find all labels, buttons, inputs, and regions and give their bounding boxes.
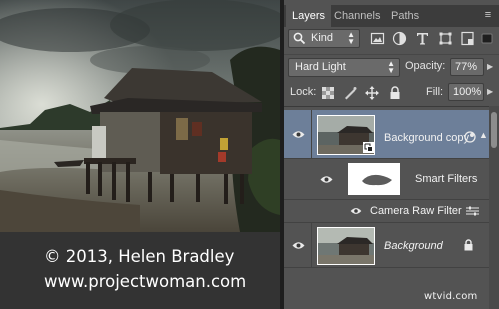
visibility-toggle[interactable] (312, 159, 340, 199)
visibility-toggle[interactable] (350, 205, 362, 217)
fill-slider-arrow-icon[interactable]: ▶ (487, 83, 497, 101)
smart-filter-mask-thumbnail (348, 163, 400, 195)
layer-thumbnail (317, 227, 375, 265)
filter-effects-icon[interactable] (464, 131, 476, 143)
scrollbar-thumb[interactable] (491, 112, 497, 148)
copyright-line: © 2013, Helen Bradley (44, 247, 235, 266)
visibility-toggle[interactable] (284, 223, 312, 267)
updown-arrows-icon: ▲ ▼ (347, 30, 355, 46)
lock-all-icon[interactable] (388, 86, 402, 100)
layers-panel: Layers Channels Paths ≡ Kind ▲ ▼ Hard Li… (284, 0, 499, 309)
indent-spacer (284, 159, 312, 199)
eye-icon (350, 208, 362, 214)
layer-name[interactable]: Background copy (384, 132, 469, 144)
smart-object-badge-icon (363, 142, 374, 153)
layer-name[interactable]: Background (384, 240, 443, 252)
smart-filters-label[interactable]: Smart Filters (415, 173, 477, 185)
lock-transparent-icon[interactable] (321, 86, 335, 100)
lock-icon (464, 239, 473, 251)
filter-toggle-icon[interactable] (481, 31, 493, 46)
lock-row: Lock: Fill: 100% ▶ (284, 80, 499, 104)
panel-menu-icon[interactable]: ≡ (481, 8, 495, 22)
fill-label: Fill: (426, 86, 444, 98)
panel-tab-bar: Layers Channels Paths ≡ (284, 5, 499, 27)
blending-options-icon[interactable] (466, 206, 479, 216)
layer-separator (284, 267, 489, 268)
opacity-slider-arrow-icon[interactable]: ▶ (487, 58, 497, 76)
smart-object-filter-icon[interactable] (460, 31, 475, 46)
layer-background[interactable]: Background (284, 223, 489, 267)
layer-background-copy[interactable]: Background copy ▲ (284, 110, 489, 158)
lock-image-icon[interactable] (343, 86, 357, 100)
eye-icon (292, 242, 305, 249)
document-canvas[interactable]: © 2013, Helen Bradley www.projectwoman.c… (0, 0, 284, 309)
lock-position-icon[interactable] (365, 86, 379, 100)
copyright-caption: © 2013, Helen Bradley www.projectwoman.c… (44, 244, 280, 294)
watermark: wtvid.com (424, 291, 478, 302)
updown-arrows-icon: ▲ ▼ (387, 59, 395, 75)
website-line: www.projectwoman.com (44, 272, 247, 291)
lock-label: Lock: (290, 86, 317, 98)
eye-icon (320, 176, 333, 183)
adjustment-filter-icon[interactable] (392, 31, 407, 46)
collapse-arrow-icon[interactable]: ▲ (479, 130, 488, 140)
blend-mode-dropdown[interactable]: Hard Light ▲ ▼ (288, 58, 400, 77)
opacity-field[interactable]: 77% (450, 58, 484, 76)
layer-filter-bar: Kind ▲ ▼ (284, 27, 499, 52)
opacity-label: Opacity: (405, 60, 446, 72)
visibility-toggle[interactable] (284, 110, 312, 158)
tab-layers[interactable]: Layers (286, 5, 332, 27)
kind-filter-dropdown[interactable]: Kind ▲ ▼ (288, 29, 360, 48)
layers-list: Background copy ▲ Smart Filters Camera R… (284, 106, 499, 309)
fill-field[interactable]: 100% (448, 83, 484, 101)
shape-filter-icon[interactable] (438, 31, 453, 46)
eye-icon (292, 131, 305, 138)
filter-camera-raw[interactable]: Camera Raw Filter (284, 200, 489, 222)
tab-paths[interactable]: Paths (385, 5, 425, 27)
image-filter-icon[interactable] (370, 31, 385, 46)
stilt-house-photo (0, 0, 280, 232)
kind-label: Kind (311, 32, 334, 44)
type-filter-icon[interactable] (415, 31, 430, 46)
layer-smart-filters[interactable]: Smart Filters (284, 159, 489, 199)
tab-channels[interactable]: Channels (328, 5, 386, 27)
blend-mode-value: Hard Light (295, 61, 346, 73)
filter-name[interactable]: Camera Raw Filter (370, 205, 462, 217)
search-icon (293, 32, 306, 45)
blend-mode-row: Hard Light ▲ ▼ Opacity: 77% ▶ (284, 54, 499, 78)
